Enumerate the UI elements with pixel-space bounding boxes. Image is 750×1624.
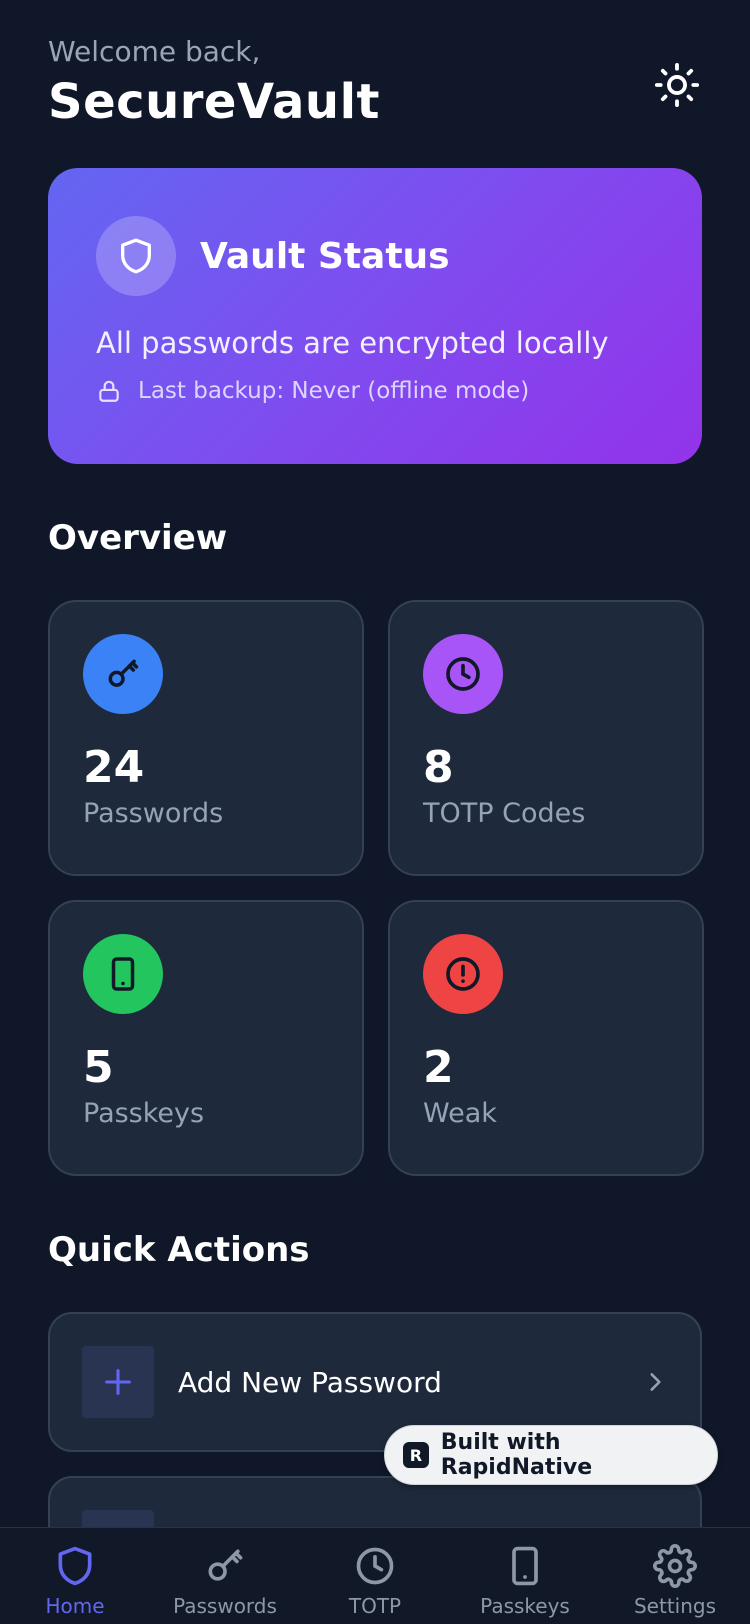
tab-label: Passkeys <box>480 1594 570 1618</box>
last-backup-text: Last backup: Never (offline mode) <box>138 378 530 404</box>
stat-value: 24 <box>83 742 145 793</box>
stat-card-passkeys[interactable]: 5 Passkeys <box>48 900 364 1176</box>
vault-status-description: All passwords are encrypted locally <box>96 326 609 360</box>
alert-circle-icon <box>423 934 503 1014</box>
tab-totp[interactable]: TOTP <box>315 1528 435 1624</box>
tab-label: TOTP <box>348 1594 402 1618</box>
plus-icon <box>82 1346 154 1418</box>
tab-label: Home <box>45 1594 105 1618</box>
tab-home[interactable]: Home <box>15 1528 135 1624</box>
quick-actions-title: Quick Actions <box>48 1230 310 1270</box>
tab-passwords[interactable]: Passwords <box>165 1528 285 1624</box>
tab-settings[interactable]: Settings <box>615 1528 735 1624</box>
overview-title: Overview <box>48 518 228 558</box>
stat-value: 5 <box>83 1042 114 1093</box>
vault-status-title: Vault Status <box>200 235 450 277</box>
smartphone-icon <box>512 1546 538 1586</box>
rapidnative-logo-icon: R <box>403 1442 429 1468</box>
stat-card-totp[interactable]: 8 TOTP Codes <box>388 600 704 876</box>
key-icon <box>83 634 163 714</box>
last-backup: Last backup: Never (offline mode) <box>96 378 654 404</box>
stat-label: Passwords <box>83 798 224 829</box>
stat-label: Passkeys <box>83 1098 205 1129</box>
tab-passkeys[interactable]: Passkeys <box>465 1528 585 1624</box>
chevron-right-icon <box>642 1369 668 1395</box>
stat-label: Weak <box>423 1098 497 1129</box>
shield-icon <box>121 238 151 274</box>
shield-icon <box>58 1546 92 1586</box>
clock-icon <box>423 634 503 714</box>
sun-icon <box>654 62 700 108</box>
bottom-tab-bar: Home Passwords TOTP Passkeys Settings <box>0 1527 750 1624</box>
shield-badge <box>96 216 176 296</box>
lock-icon <box>96 378 122 404</box>
add-password-label: Add New Password <box>178 1365 442 1399</box>
stat-label: TOTP Codes <box>423 798 586 829</box>
built-with-badge[interactable]: R Built with RapidNative <box>384 1425 718 1485</box>
tab-label: Settings <box>633 1594 717 1618</box>
app-title: SecureVault <box>48 74 380 130</box>
gear-icon <box>653 1544 697 1588</box>
built-with-text: Built with RapidNative <box>440 1430 593 1480</box>
header: Welcome back, SecureVault <box>48 34 702 134</box>
vault-status-card: Vault Status All passwords are encrypted… <box>48 168 702 464</box>
smartphone-icon <box>83 934 163 1014</box>
key-icon <box>208 1549 243 1581</box>
stat-value: 2 <box>423 1042 454 1093</box>
clock-icon <box>356 1547 394 1585</box>
tab-label: Passwords <box>173 1594 277 1618</box>
stat-value: 8 <box>423 742 454 793</box>
stat-card-weak[interactable]: 2 Weak <box>388 900 704 1176</box>
stat-card-passwords[interactable]: 24 Passwords <box>48 600 364 876</box>
theme-toggle-button[interactable] <box>652 60 702 110</box>
welcome-text: Welcome back, <box>48 35 261 68</box>
